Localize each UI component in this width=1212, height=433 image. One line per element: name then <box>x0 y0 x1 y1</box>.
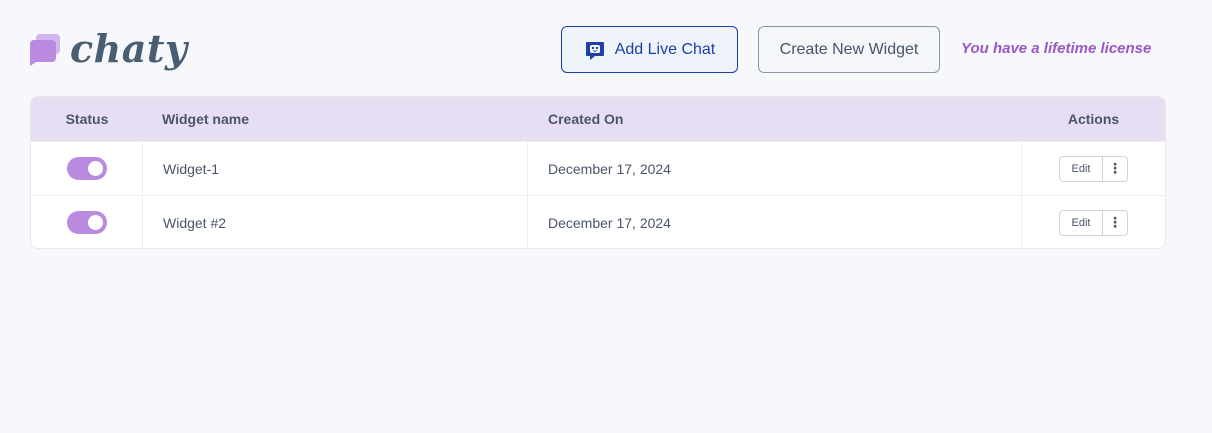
table-row: Widget #2 December 17, 2024 Edit ⋮ <box>31 195 1165 248</box>
toggle-knob <box>87 161 103 176</box>
widgets-table: Status Widget name Created On Actions Wi… <box>30 96 1166 249</box>
created-date: December 17, 2024 <box>528 142 1022 195</box>
chatbot-icon <box>585 41 604 60</box>
status-cell <box>31 196 143 248</box>
widget-name: Widget-1 <box>143 142 528 195</box>
toggle-knob <box>87 215 103 230</box>
edit-button[interactable]: Edit <box>1060 210 1103 235</box>
chat-bubbles-icon <box>30 34 60 66</box>
page-header: chaty Add Live Chat Create New Widget Yo… <box>0 0 1212 96</box>
status-toggle[interactable] <box>66 157 107 180</box>
status-toggle[interactable] <box>66 211 107 234</box>
create-new-widget-button[interactable]: Create New Widget <box>758 26 940 73</box>
table-row: Widget-1 December 17, 2024 Edit ⋮ <box>31 141 1165 195</box>
action-group: Edit ⋮ <box>1059 209 1128 236</box>
kebab-menu-icon[interactable]: ⋮ <box>1103 157 1127 181</box>
widget-name: Widget #2 <box>143 196 528 248</box>
column-header-status: Status <box>65 111 109 127</box>
edit-button[interactable]: Edit <box>1060 156 1103 181</box>
brand-name: chaty <box>70 26 188 71</box>
add-live-chat-label: Add Live Chat <box>614 40 716 58</box>
license-status: You have a lifetime license <box>961 40 1152 57</box>
status-cell <box>31 142 143 195</box>
kebab-menu-icon[interactable]: ⋮ <box>1103 211 1127 235</box>
create-new-widget-label: Create New Widget <box>779 40 919 58</box>
column-header-widget-name: Widget name <box>162 111 249 127</box>
column-header-actions: Actions <box>1067 111 1120 127</box>
column-header-created-on: Created On <box>548 111 624 127</box>
add-live-chat-button[interactable]: Add Live Chat <box>561 26 738 73</box>
action-group: Edit ⋮ <box>1059 155 1128 182</box>
created-date: December 17, 2024 <box>528 196 1022 248</box>
actions-cell: Edit ⋮ <box>1022 142 1165 195</box>
chaty-logo: chaty <box>28 22 188 76</box>
table-header: Status Widget name Created On Actions <box>31 97 1165 141</box>
actions-cell: Edit ⋮ <box>1022 196 1165 248</box>
